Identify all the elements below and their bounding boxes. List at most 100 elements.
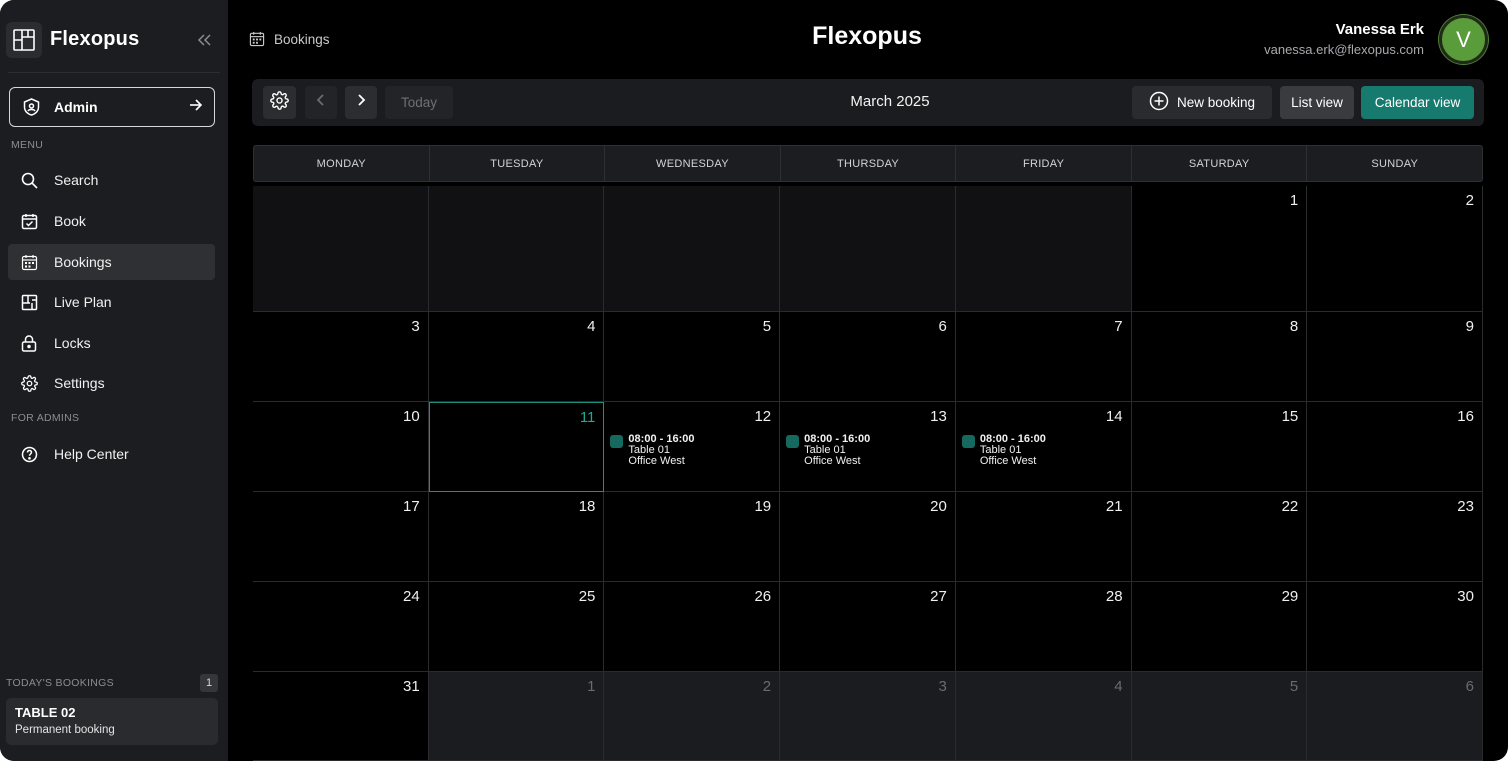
calendar-day[interactable]: 5 <box>1131 672 1308 761</box>
calendar-day[interactable]: 1 <box>428 672 605 761</box>
breadcrumb[interactable]: Bookings <box>248 30 330 48</box>
admins-section-label: FOR ADMINS <box>11 412 80 424</box>
calendar-day[interactable]: 3 <box>780 672 956 761</box>
sidebar-item-label: Live Plan <box>54 294 112 310</box>
new-booking-button[interactable]: New booking <box>1132 86 1272 119</box>
day-number: 5 <box>762 318 772 335</box>
calendar-day[interactable] <box>955 186 1132 312</box>
calendar-day[interactable]: 16 <box>1307 402 1483 492</box>
calendar-day[interactable]: 15 <box>1131 402 1308 492</box>
calendar-day[interactable]: 31 <box>253 672 429 761</box>
gear-icon <box>20 374 38 392</box>
calendar-day[interactable]: 25 <box>428 582 605 672</box>
calendar-day[interactable]: 29 <box>1131 582 1308 672</box>
sidebar-item-help-center[interactable]: Help Center <box>8 436 215 472</box>
booking-details: 08:00 - 16:00 Table 01 Office West <box>628 434 694 467</box>
calendar-day[interactable]: 30 <box>1307 582 1483 672</box>
calendar-day[interactable]: 22 <box>1131 492 1308 582</box>
day-number: 2 <box>762 678 772 695</box>
calendar-day[interactable]: 4 <box>955 672 1132 761</box>
calendar-day[interactable]: 23 <box>1307 492 1483 582</box>
calendar-day[interactable]: 9 <box>1307 312 1483 402</box>
calendar-day[interactable]: 10 <box>253 402 429 492</box>
calendar-day[interactable]: 20 <box>780 492 956 582</box>
calendar-day[interactable]: 4 <box>428 312 605 402</box>
sidebar-item-settings[interactable]: Settings <box>8 365 215 401</box>
day-number: 23 <box>1457 498 1474 515</box>
calendar-day[interactable]: 26 <box>604 582 781 672</box>
day-number: 15 <box>1281 408 1299 425</box>
sidebar-item-book[interactable]: Book <box>8 203 215 239</box>
day-number: 31 <box>403 678 420 695</box>
todays-bookings-count-badge: 1 <box>200 674 218 692</box>
brand-name: Flexopus <box>50 28 140 50</box>
day-number: 21 <box>1105 498 1123 515</box>
weekday-header-cell: SATURDAY <box>1132 146 1308 181</box>
calendar-day-today[interactable]: 11 <box>428 402 605 492</box>
day-number: 13 <box>930 408 947 425</box>
calendar-day[interactable]: 3 <box>253 312 429 402</box>
calendar-day[interactable]: 18 <box>428 492 605 582</box>
day-number: 30 <box>1457 588 1474 605</box>
admin-button-label: Admin <box>54 99 98 115</box>
help-icon <box>20 445 38 463</box>
calendar-check-icon <box>20 212 38 230</box>
booking-entry[interactable]: 08:00 - 16:00 Table 01 Office West <box>786 434 870 467</box>
calendar-day[interactable]: 14 08:00 - 16:00 Table 01 Office West <box>955 402 1132 492</box>
sidebar-item-label: Settings <box>54 375 105 391</box>
day-number: 3 <box>411 318 420 335</box>
calendar-day[interactable]: 6 <box>1307 672 1483 761</box>
calendar-day[interactable]: 2 <box>1307 186 1483 312</box>
list-view-button[interactable]: List view <box>1280 86 1354 119</box>
day-number: 1 <box>587 678 596 695</box>
collapse-sidebar-icon[interactable] <box>194 29 214 51</box>
todays-booking-subtitle: Permanent booking <box>15 724 115 736</box>
calendar-day[interactable]: 2 <box>604 672 781 761</box>
calendar-day[interactable]: 7 <box>955 312 1132 402</box>
calendar-day[interactable] <box>253 186 429 312</box>
day-number: 29 <box>1281 588 1299 605</box>
calendar-day[interactable]: 24 <box>253 582 429 672</box>
calendar-day[interactable]: 28 <box>955 582 1132 672</box>
day-number: 28 <box>1105 588 1123 605</box>
admin-button[interactable]: Admin <box>9 87 215 127</box>
booking-entry[interactable]: 08:00 - 16:00 Table 01 Office West <box>610 434 694 467</box>
calendar-day[interactable]: 21 <box>955 492 1132 582</box>
booking-details: 08:00 - 16:00 Table 01 Office West <box>804 434 870 467</box>
calendar-day[interactable]: 8 <box>1131 312 1308 402</box>
weekday-header-cell: MONDAY <box>254 146 430 181</box>
avatar[interactable]: V <box>1439 15 1488 64</box>
calendar-day[interactable]: 5 <box>604 312 781 402</box>
calendar-day[interactable]: 27 <box>780 582 956 672</box>
weekday-header: MONDAY TUESDAY WEDNESDAY THURSDAY FRIDAY SATU… <box>253 145 1483 182</box>
sidebar-item-live-plan[interactable]: Live Plan <box>8 284 215 320</box>
booking-entry[interactable]: 08:00 - 16:00 Table 01 Office West <box>961 434 1046 467</box>
calendar-day[interactable]: 6 <box>780 312 956 402</box>
day-number: 6 <box>1465 678 1474 695</box>
booking-color-marker <box>610 435 624 448</box>
calendar-view-button[interactable]: Calendar view <box>1361 86 1474 119</box>
booking-location: Office West <box>628 455 685 467</box>
calendar-day[interactable] <box>604 186 781 312</box>
day-number: 1 <box>1289 192 1299 209</box>
todays-booking-card[interactable]: TABLE 02 Permanent booking <box>6 698 218 745</box>
day-number: 2 <box>1465 192 1474 209</box>
calendar-day[interactable]: 1 <box>1131 186 1308 312</box>
calendar-day[interactable]: 12 08:00 - 16:00 Table 01 Office West <box>604 402 781 492</box>
calendar-day[interactable] <box>428 186 605 312</box>
brand[interactable]: Flexopus <box>6 21 139 58</box>
calendar-day[interactable]: 17 <box>253 492 429 582</box>
sidebar: Flexopus Admin MENU Search Book Bookings… <box>0 0 228 761</box>
calendar-day[interactable]: 19 <box>604 492 781 582</box>
day-number: 24 <box>403 588 420 605</box>
calendar-day[interactable]: 13 08:00 - 16:00 Table 01 Office West <box>780 402 956 492</box>
booking-location: Office West <box>979 455 1037 467</box>
day-number: 26 <box>754 588 772 605</box>
sidebar-item-search[interactable]: Search <box>8 162 215 198</box>
sidebar-item-bookings[interactable]: Bookings <box>8 244 215 280</box>
booking-location: Office West <box>804 455 861 467</box>
sidebar-item-locks[interactable]: Locks <box>8 325 215 361</box>
day-number: 22 <box>1281 498 1299 515</box>
calendar-day[interactable] <box>780 186 956 312</box>
weekday-header-cell: THURSDAY <box>781 146 957 181</box>
